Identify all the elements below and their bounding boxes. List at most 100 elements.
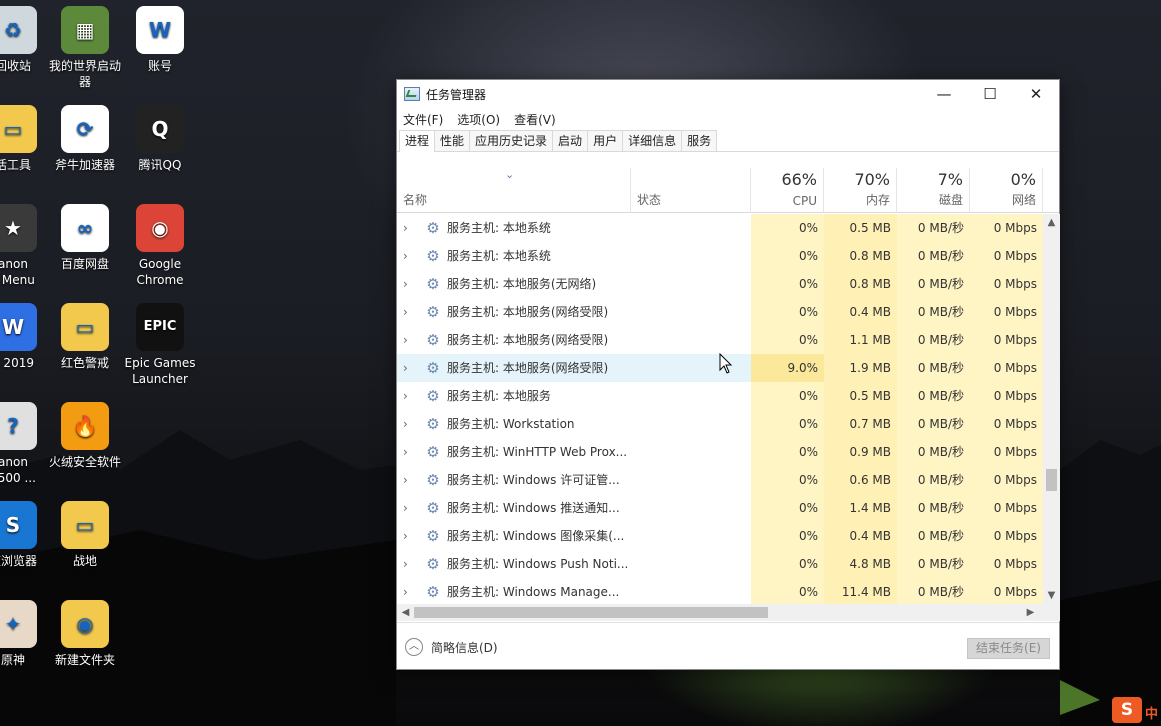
desktop-icon-16[interactable]: ✦ 原神	[0, 600, 51, 668]
close-button[interactable]: ✕	[1013, 80, 1059, 108]
table-header: ⌄ 名称 状态 66% CPU 70% 内存 7% 磁盘 0% 网络	[397, 168, 1059, 213]
expand-chevron-icon[interactable]: ›	[403, 410, 415, 438]
sogou-ime-icon[interactable]: S	[1112, 697, 1142, 723]
tab-services[interactable]: 服务	[681, 130, 718, 151]
desktop-icon-6[interactable]: ★ anon k Menu	[0, 204, 51, 288]
scroll-right-icon[interactable]: ▶	[1022, 604, 1039, 621]
folder-icon: ▭	[0, 105, 37, 153]
minimize-button[interactable]: —	[921, 80, 967, 108]
desktop-icon-10[interactable]: ▭ 红色警戒	[47, 303, 123, 371]
horizontal-scroll-thumb[interactable]	[414, 607, 768, 618]
expand-chevron-icon[interactable]: ›	[403, 578, 415, 604]
desktop-icon-label: 火绒安全软件	[48, 455, 121, 469]
desktop-icon-1[interactable]: ▦ 我的世界启动器	[47, 6, 123, 90]
tab-details[interactable]: 详细信息	[622, 130, 683, 151]
desktop-icon-11[interactable]: EPIC Epic Games Launcher	[122, 303, 198, 387]
expand-chevron-icon[interactable]: ›	[403, 438, 415, 466]
expand-chevron-icon[interactable]: ›	[403, 242, 415, 270]
table-row[interactable]: › ⚙ 服务主机: Windows Manage... 0% 11.4 MB 0 MB/秒…	[397, 578, 1043, 604]
desktop-icon-7[interactable]: ∞ 百度网盘	[47, 204, 123, 272]
desktop-icon-15[interactable]: ▭ 战地	[47, 501, 123, 569]
table-row[interactable]: › ⚙ 服务主机: Windows 许可证管... 0% 0.6 MB 0 MB/秒 0 M…	[397, 466, 1043, 494]
maximize-button[interactable]: ☐	[967, 80, 1013, 108]
menu-file[interactable]: 文件(F)	[403, 111, 443, 128]
table-row[interactable]: › ⚙ 服务主机: 本地服务(网络受限) 0% 1.1 MB 0 MB/秒 0 Mbps	[397, 326, 1043, 354]
memory-value: 4.8 MB	[824, 550, 897, 578]
column-header-memory[interactable]: 70% 内存	[824, 168, 897, 213]
vertical-scrollbar[interactable]: ▲ ▼	[1043, 214, 1060, 604]
table-row[interactable]: › ⚙ 服务主机: 本地服务(网络受限) 0% 0.4 MB 0 MB/秒 0 Mbps	[397, 298, 1043, 326]
desktop-icon-label: Epic Games Launcher	[124, 356, 196, 386]
column-header-name[interactable]: ⌄ 名称	[397, 168, 631, 213]
table-row[interactable]: › ⚙ 服务主机: Workstation 0% 0.7 MB 0 MB/秒 0 Mbps	[397, 410, 1043, 438]
ime-mode-label[interactable]: 中	[1145, 703, 1158, 722]
desktop-icon-0[interactable]: ♻ 回收站	[0, 6, 51, 74]
column-header-disk[interactable]: 7% 磁盘	[897, 168, 970, 213]
column-header-status[interactable]: 状态	[631, 168, 751, 213]
desktop-icon-label: 新建文件夹	[54, 653, 115, 667]
process-name: 服务主机: Windows 图像采集(...	[447, 529, 625, 543]
desktop-icon-12[interactable]: ? anon 2500 ...	[0, 402, 51, 486]
memory-value: 11.4 MB	[824, 578, 897, 604]
table-row[interactable]: › ⚙ 服务主机: Windows Push Noti... 0% 4.8 MB 0 MB…	[397, 550, 1043, 578]
table-row[interactable]: › ⚙ 服务主机: 本地系统 0% 0.8 MB 0 MB/秒 0 Mbps	[397, 242, 1043, 270]
desktop-icon-13[interactable]: 🔥 火绒安全软件	[47, 402, 123, 470]
desktop-icon-14[interactable]: S 速浏览器	[0, 501, 51, 569]
menu-options[interactable]: 选项(O)	[457, 111, 500, 128]
desktop-icon-label: 原神	[0, 653, 25, 667]
expand-chevron-icon[interactable]: ›	[403, 298, 415, 326]
desktop-icon-5[interactable]: Q 腾讯QQ	[122, 105, 198, 173]
column-header-network[interactable]: 0% 网络	[970, 168, 1043, 213]
scroll-left-icon[interactable]: ◀	[397, 604, 414, 621]
end-task-button[interactable]: 结束任务(E)	[967, 638, 1050, 659]
cpu-value: 0%	[751, 410, 824, 438]
disk-value: 0 MB/秒	[897, 214, 970, 242]
desktop-icon-4[interactable]: ⟳ 斧牛加速器	[47, 105, 123, 173]
expand-chevron-icon[interactable]: ›	[403, 326, 415, 354]
table-row[interactable]: › ⚙ 服务主机: 本地系统 0% 0.5 MB 0 MB/秒 0 Mbps	[397, 214, 1043, 242]
folder-icon: ▭	[61, 303, 109, 351]
memory-value: 1.1 MB	[824, 326, 897, 354]
desktop-icon-label: 我的世界启动器	[48, 59, 121, 89]
expand-chevron-icon[interactable]: ›	[403, 494, 415, 522]
expand-chevron-icon[interactable]: ›	[403, 522, 415, 550]
menu-view[interactable]: 查看(V)	[514, 111, 556, 128]
memory-value: 1.9 MB	[824, 354, 897, 382]
tab-users[interactable]: 用户	[587, 130, 624, 151]
horizontal-scrollbar[interactable]: ◀ ▶	[397, 604, 1043, 621]
tab-startup[interactable]: 启动	[552, 130, 589, 151]
scroll-down-icon[interactable]: ▼	[1043, 587, 1060, 604]
expand-chevron-icon[interactable]: ›	[403, 354, 415, 382]
expand-chevron-icon[interactable]: ›	[403, 550, 415, 578]
desktop-icon-2[interactable]: W 账号	[122, 6, 198, 74]
table-row[interactable]: › ⚙ 服务主机: WinHTTP Web Prox... 0% 0.9 MB 0 MB/…	[397, 438, 1043, 466]
disk-value: 0 MB/秒	[897, 382, 970, 410]
title-bar[interactable]: 任务管理器 — ☐ ✕	[397, 80, 1059, 108]
cpu-value: 0%	[751, 550, 824, 578]
fewer-details-toggle[interactable]: ︿ 简略信息(D)	[405, 638, 498, 656]
table-row[interactable]: › ⚙ 服务主机: 本地服务(无网络) 0% 0.8 MB 0 MB/秒 0 Mbps	[397, 270, 1043, 298]
desktop-icon-8[interactable]: ◉ Google Chrome	[122, 204, 198, 288]
expand-chevron-icon[interactable]: ›	[403, 270, 415, 298]
expand-chevron-icon[interactable]: ›	[403, 466, 415, 494]
column-header-cpu[interactable]: 66% CPU	[751, 168, 824, 213]
expand-chevron-icon[interactable]: ›	[403, 382, 415, 410]
desktop-icon-3[interactable]: ▭ 活工具	[0, 105, 51, 173]
table-row[interactable]: › ⚙ 服务主机: 本地服务 0% 0.5 MB 0 MB/秒 0 Mbps	[397, 382, 1043, 410]
vertical-scroll-thumb[interactable]	[1046, 469, 1057, 491]
cpu-value: 0%	[751, 242, 824, 270]
desktop-icon-17[interactable]: ◉ 新建文件夹	[47, 600, 123, 668]
table-row[interactable]: › ⚙ 服务主机: Windows 图像采集(... 0% 0.4 MB 0 MB/秒 0 …	[397, 522, 1043, 550]
chrome-icon: ◉	[136, 204, 184, 252]
expand-chevron-icon[interactable]: ›	[403, 214, 415, 242]
desktop-icon-label: anon k Menu	[0, 257, 35, 287]
disk-value: 0 MB/秒	[897, 354, 970, 382]
service-gear-icon: ⚙	[426, 331, 440, 349]
desktop-icon-label: 战地	[72, 554, 97, 568]
tab-app-history[interactable]: 应用历史记录	[469, 130, 554, 151]
desktop-icon-9[interactable]: W S 2019	[0, 303, 51, 371]
table-row[interactable]: › ⚙ 服务主机: Windows 推送通知... 0% 1.4 MB 0 MB/秒 0 M…	[397, 494, 1043, 522]
scroll-up-icon[interactable]: ▲	[1043, 214, 1060, 231]
tab-processes[interactable]: 进程	[399, 130, 436, 152]
tab-performance[interactable]: 性能	[434, 130, 471, 151]
